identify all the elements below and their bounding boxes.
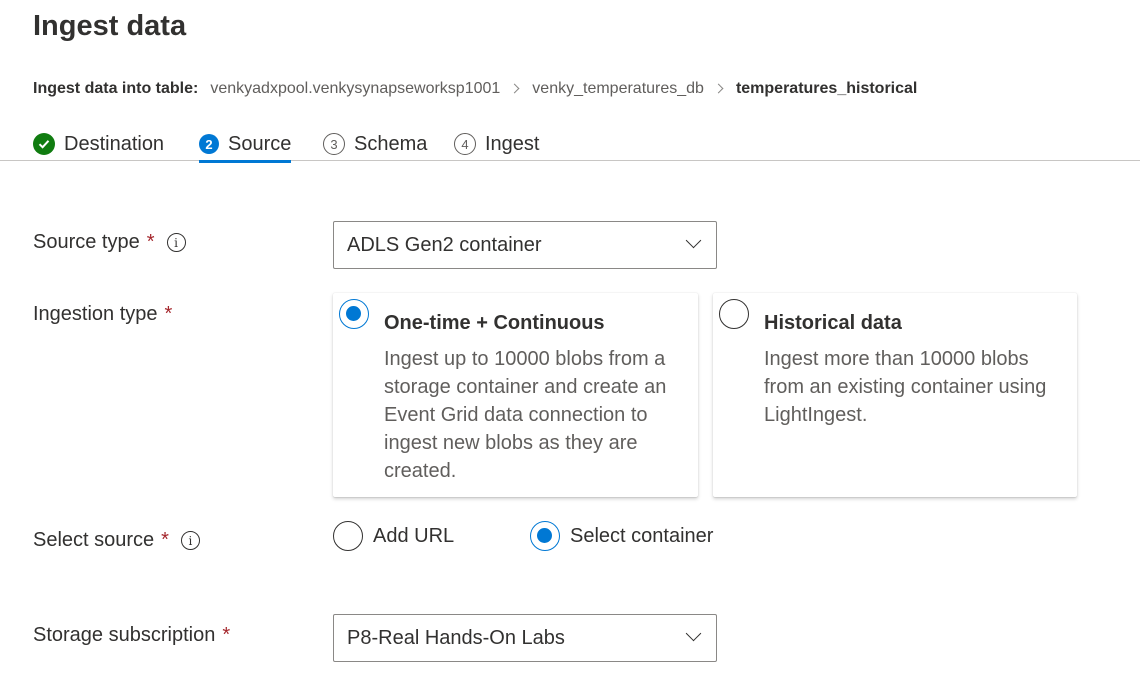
tab-destination[interactable]: Destination: [33, 128, 164, 160]
check-icon: [33, 133, 55, 155]
step-number-icon: 2: [199, 134, 219, 154]
radio-label: Add URL: [373, 524, 455, 547]
step-number-icon: 4: [454, 133, 476, 155]
step-number-icon: 3: [323, 133, 345, 155]
tab-schema[interactable]: 3 Schema: [323, 128, 427, 160]
storage-subscription-dropdown[interactable]: P8-Real Hands-On Labs: [333, 614, 717, 662]
option-title: One-time + Continuous: [384, 312, 605, 334]
breadcrumb-item-table: temperatures_historical: [735, 80, 918, 97]
radio-unselected[interactable]: [719, 299, 749, 329]
info-icon[interactable]: i: [166, 233, 186, 252]
required-marker: *: [164, 303, 173, 325]
wizard-tabs: Destination 2 Source 3 Schema 4 Ingest: [0, 128, 1140, 163]
required-marker: *: [146, 231, 155, 253]
required-marker: *: [161, 529, 169, 551]
source-type-label: Source type * i: [33, 231, 186, 254]
page-title: Ingest data: [33, 10, 187, 42]
chevron-down-icon: [686, 628, 700, 642]
breadcrumb-label: Ingest data into table:: [33, 80, 199, 97]
breadcrumb-item-pool[interactable]: venkyadxpool.venkysynapseworksp1001: [210, 80, 500, 98]
radio-select-container[interactable]: Select container: [530, 521, 713, 551]
radio-button[interactable]: [530, 521, 560, 551]
option-title: Historical data: [764, 312, 902, 334]
radio-selected[interactable]: [339, 299, 369, 329]
ingestion-option-historical[interactable]: Historical data Ingest more than 10000 b…: [713, 293, 1077, 497]
tab-label: Schema: [354, 132, 428, 155]
radio-button[interactable]: [333, 521, 363, 551]
storage-subscription-value: P8-Real Hands-On Labs: [347, 626, 565, 649]
info-icon[interactable]: i: [180, 531, 200, 550]
tab-source[interactable]: 2 Source: [199, 128, 292, 163]
storage-subscription-label: Storage subscription *: [33, 624, 231, 646]
chevron-down-icon: [686, 235, 700, 249]
source-type-value: ADLS Gen2 container: [347, 233, 542, 256]
tab-ingest[interactable]: 4 Ingest: [454, 128, 539, 160]
source-type-dropdown[interactable]: ADLS Gen2 container: [333, 221, 717, 269]
radio-label: Select container: [570, 524, 714, 547]
breadcrumb: Ingest data into table: venkyadxpool.ven…: [33, 78, 917, 100]
radio-add-url[interactable]: Add URL: [333, 521, 454, 551]
tab-label: Source: [228, 132, 292, 155]
breadcrumb-item-database[interactable]: venky_temperatures_db: [532, 80, 704, 98]
ingestion-type-label: Ingestion type *: [33, 303, 173, 325]
option-description: Ingest more than 10000 blobs from an exi…: [764, 348, 1047, 426]
option-description: Ingest up to 10000 blobs from a storage …: [384, 348, 667, 482]
ingestion-option-continuous[interactable]: One-time + Continuous Ingest up to 10000…: [333, 293, 698, 497]
select-source-label: Select source * i: [33, 529, 200, 552]
required-marker: *: [222, 624, 231, 646]
chevron-right-icon: [704, 81, 736, 97]
tab-label: Ingest: [485, 132, 540, 155]
tab-label: Destination: [64, 132, 165, 155]
chevron-right-icon: [500, 81, 532, 97]
